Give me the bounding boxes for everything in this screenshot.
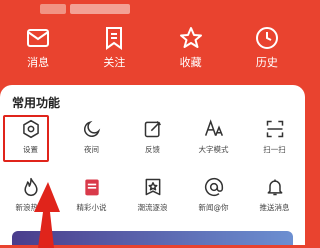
novel-label: 精彩小说 xyxy=(76,203,107,212)
settings-button[interactable]: 设置 xyxy=(0,115,61,167)
push-message-button[interactable]: 推送消息 xyxy=(244,173,305,225)
trend-label: 潮流逐浪 xyxy=(137,203,168,212)
history-button[interactable]: 历史 xyxy=(236,20,298,88)
mention-icon xyxy=(204,177,223,197)
favorite-button[interactable]: 收藏 xyxy=(160,20,222,88)
font-size-button[interactable]: 大字模式 xyxy=(183,115,244,167)
function-row-1: 设置 夜间 反馈 大字模式 扫一扫 xyxy=(0,115,305,167)
blurred-username xyxy=(70,4,130,14)
pointer-arrow xyxy=(34,182,60,248)
night-mode-label: 夜间 xyxy=(84,145,99,154)
history-label: 历史 xyxy=(255,56,278,69)
follow-icon xyxy=(106,27,123,50)
novel-button[interactable]: 精彩小说 xyxy=(61,173,122,225)
trend-button[interactable]: 潮流逐浪 xyxy=(122,173,183,225)
font-size-label: 大字模式 xyxy=(198,145,229,154)
novel-icon xyxy=(84,179,99,196)
night-mode-button[interactable]: 夜间 xyxy=(61,115,122,167)
message-button[interactable]: 消息 xyxy=(7,20,69,88)
scan-label: 扫一扫 xyxy=(263,145,286,154)
settings-highlight-box xyxy=(3,115,49,162)
message-icon xyxy=(27,29,50,47)
night-mode-icon xyxy=(83,120,100,137)
section-title: 常用功能 xyxy=(12,96,61,110)
font-size-icon xyxy=(204,119,223,136)
follow-label: 关注 xyxy=(103,56,126,69)
favorite-label: 收藏 xyxy=(179,56,202,69)
mention-label: 新闻@你 xyxy=(198,203,229,212)
blurred-avatar xyxy=(40,4,66,14)
message-label: 消息 xyxy=(27,56,50,69)
scan-button[interactable]: 扫一扫 xyxy=(244,115,305,167)
feedback-icon xyxy=(144,120,161,138)
favorite-icon xyxy=(179,27,202,48)
history-icon xyxy=(255,27,278,49)
quick-actions-bar: 消息 关注 收藏 历史 xyxy=(0,20,305,88)
push-message-label: 推送消息 xyxy=(259,203,290,212)
scan-icon xyxy=(266,120,283,138)
feedback-button[interactable]: 反馈 xyxy=(122,115,183,167)
top-bar xyxy=(0,0,305,20)
mention-button[interactable]: 新闻@你 xyxy=(183,173,244,225)
bell-icon xyxy=(267,179,282,196)
trend-icon xyxy=(145,178,160,196)
feedback-label: 反馈 xyxy=(145,145,160,154)
follow-button[interactable]: 关注 xyxy=(83,20,145,88)
